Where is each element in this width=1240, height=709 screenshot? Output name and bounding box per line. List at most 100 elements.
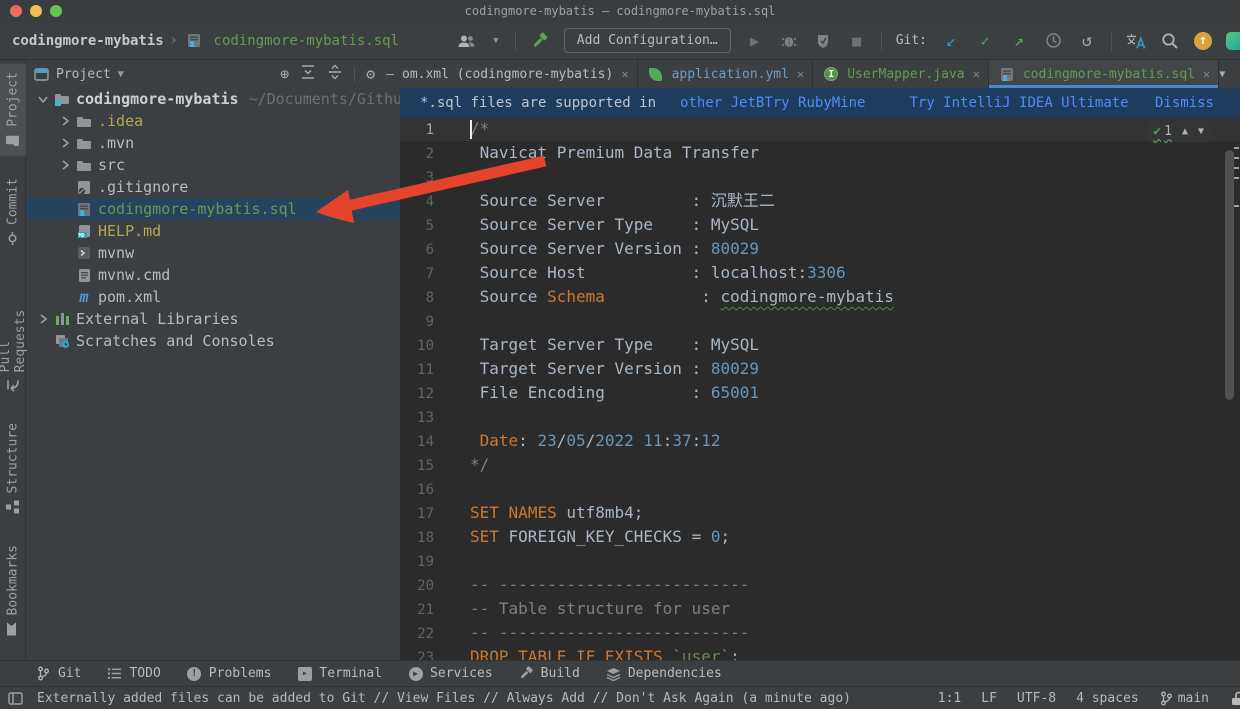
editor-scrollbar[interactable] [1225, 150, 1234, 400]
close-tab-icon[interactable]: ✕ [1203, 67, 1210, 81]
unlock-icon[interactable] [1229, 691, 1240, 706]
error-stripe-mark[interactable] [1234, 177, 1239, 179]
services-icon: ▶ [408, 666, 423, 681]
bottom-tool-bar: Git TODO !Problems ▸Terminal ▶Services Build D… [0, 660, 1240, 686]
tool-window-button-services[interactable]: ▶Services [408, 666, 493, 681]
tree-item-.idea[interactable]: .idea [26, 110, 400, 132]
close-tab-icon[interactable]: ✕ [797, 67, 804, 81]
chevron-right-icon[interactable] [56, 116, 74, 126]
close-tab-icon[interactable]: ✕ [621, 67, 628, 81]
todo-list-icon [107, 666, 122, 681]
code-line-17: 17SET NAMES utf8mb4; [400, 501, 1240, 525]
collapse-all-icon[interactable] [327, 64, 343, 84]
status-message[interactable]: Externally added files can be added to G… [37, 691, 851, 706]
file-encoding[interactable]: UTF-8 [1017, 691, 1056, 706]
git-commit-button[interactable]: ✓ [975, 31, 995, 51]
tool-window-button-dependencies[interactable]: Dependencies [606, 666, 722, 681]
line-number: 23 [400, 645, 434, 660]
editor-tab-om.xml-codingmore-mybatis-[interactable]: om.xml (codingmore-mybatis)✕ [400, 60, 638, 88]
chevron-right-icon[interactable] [34, 314, 52, 324]
banner-message: *.sql files are supported in [420, 95, 656, 111]
rollback-button[interactable]: ↺ [1077, 31, 1097, 51]
gitignore-file-icon [74, 180, 94, 195]
tree-item-help.md[interactable]: MDHELP.md [26, 220, 400, 242]
hide-panel-icon[interactable]: — [386, 67, 394, 82]
tree-item-pom.xml[interactable]: mpom.xml [26, 286, 400, 308]
text-file-icon [74, 268, 94, 283]
main-toolbar: codingmore-mybatis › codingmore-mybatis.… [0, 22, 1240, 60]
banner-link-try-intellij-ultimate[interactable]: Try IntelliJ IDEA Ultimate [909, 95, 1128, 111]
breadcrumb-project[interactable]: codingmore-mybatis [12, 33, 164, 49]
tree-item-external-libraries[interactable]: External Libraries [26, 308, 400, 330]
chevron-down-icon[interactable]: ▼ [118, 69, 124, 80]
chevron-right-icon[interactable] [56, 160, 74, 170]
error-stripe-mark[interactable] [1234, 167, 1239, 169]
users-icon[interactable] [457, 31, 477, 51]
settings-gear-icon[interactable]: ⚙ [366, 65, 375, 83]
next-problem-icon[interactable]: ▼ [1198, 120, 1204, 144]
tree-item-scratches-and-consoles[interactable]: Scratches and Consoles [26, 330, 400, 352]
breadcrumb-file[interactable]: codingmore-mybatis.sql [214, 33, 399, 49]
tree-item-.mvn[interactable]: .mvn [26, 132, 400, 154]
tool-window-button-git[interactable]: Git [36, 666, 81, 681]
stop-button[interactable]: ■ [847, 31, 867, 51]
tree-item-mvnw[interactable]: mvnw [26, 242, 400, 264]
expand-all-icon[interactable] [300, 64, 316, 84]
tool-window-tab-pull-requests[interactable]: Pull Requests [0, 268, 26, 401]
banner-link-other-ides[interactable]: other JetB [680, 95, 764, 111]
caret-position[interactable]: 1:1 [938, 691, 961, 706]
add-configuration-button[interactable]: Add Configuration… [564, 28, 731, 53]
banner-dismiss-link[interactable]: Dismiss [1155, 95, 1214, 111]
indent-setting[interactable]: 4 spaces [1076, 691, 1139, 706]
update-available-icon[interactable]: ↑ [1194, 32, 1212, 50]
tool-window-button-build[interactable]: Build [519, 666, 580, 681]
tree-item-codingmore-mybatis[interactable]: codingmore-mybatis~/Documents/Github [26, 88, 400, 110]
close-tab-icon[interactable]: ✕ [973, 67, 980, 81]
chevron-down-icon[interactable]: ▼ [1219, 69, 1225, 80]
prev-problem-icon[interactable]: ▲ [1182, 120, 1188, 144]
run-button[interactable]: ▶ [745, 31, 765, 51]
tool-window-button-todo[interactable]: TODO [107, 666, 160, 681]
git-branch-widget[interactable]: main [1159, 691, 1209, 706]
error-stripe-mark[interactable] [1234, 147, 1239, 149]
editor-tab-codingmore-mybatis.sql[interactable]: codingmore-mybatis.sql✕ [989, 60, 1219, 88]
locate-file-icon[interactable]: ⊕ [280, 65, 289, 83]
git-update-button[interactable]: ↙ [941, 31, 961, 51]
coverage-button[interactable] [813, 31, 833, 51]
error-stripe-mark[interactable] [1234, 205, 1239, 207]
chevron-right-icon[interactable] [56, 138, 74, 148]
ide-gem-icon[interactable] [1226, 32, 1240, 50]
layout-icon[interactable] [8, 691, 23, 706]
line-number: 13 [400, 405, 434, 429]
breadcrumb-separator-icon: › [170, 33, 178, 48]
code-editor[interactable]: 1/*2 Navicat Premium Data Transfer34 Sou… [400, 117, 1240, 660]
tool-window-button-terminal[interactable]: ▸Terminal [297, 666, 382, 681]
translate-icon[interactable] [1126, 31, 1146, 51]
debug-button[interactable] [779, 31, 799, 51]
tool-window-tab-structure[interactable]: Structure [0, 415, 26, 522]
git-push-button[interactable]: ↗ [1009, 31, 1029, 51]
tree-item-codingmore-mybatis.sql[interactable]: codingmore-mybatis.sql [26, 198, 400, 220]
chevron-down-icon[interactable] [34, 95, 52, 103]
tool-window-tab-project[interactable]: Project [0, 64, 26, 156]
line-ending[interactable]: LF [981, 691, 997, 706]
tool-window-button-problems[interactable]: !Problems [187, 666, 272, 681]
tree-item-src[interactable]: src [26, 154, 400, 176]
line-number: 1 [400, 117, 434, 141]
project-panel-title[interactable]: Project [56, 67, 111, 82]
error-stripe-mark[interactable] [1234, 157, 1239, 159]
history-clock-icon[interactable] [1043, 31, 1063, 51]
chevron-down-icon[interactable]: ▼ [491, 31, 501, 51]
editor-tab-usermapper.java[interactable]: IUserMapper.java✕ [813, 60, 989, 88]
tree-item-.gitignore[interactable]: .gitignore [26, 176, 400, 198]
code-line-14: 14 Date: 23/05/2022 11:37:12 [400, 429, 1240, 453]
editor-tab-application.yml[interactable]: application.yml✕ [638, 60, 814, 88]
build-project-button[interactable] [530, 31, 550, 51]
tree-item-mvnw.cmd[interactable]: mvnw.cmd [26, 264, 400, 286]
search-everywhere-icon[interactable] [1160, 31, 1180, 51]
banner-link-try-rubymine[interactable]: Try RubyMine [764, 95, 865, 111]
inspection-widget[interactable]: ✔1 ▲ ▼ [1147, 122, 1210, 142]
tool-window-tab-commit[interactable]: Commit [0, 170, 26, 254]
tool-window-tab-bookmarks[interactable]: Bookmarks [0, 537, 26, 644]
java-interface-icon: I [821, 67, 841, 81]
